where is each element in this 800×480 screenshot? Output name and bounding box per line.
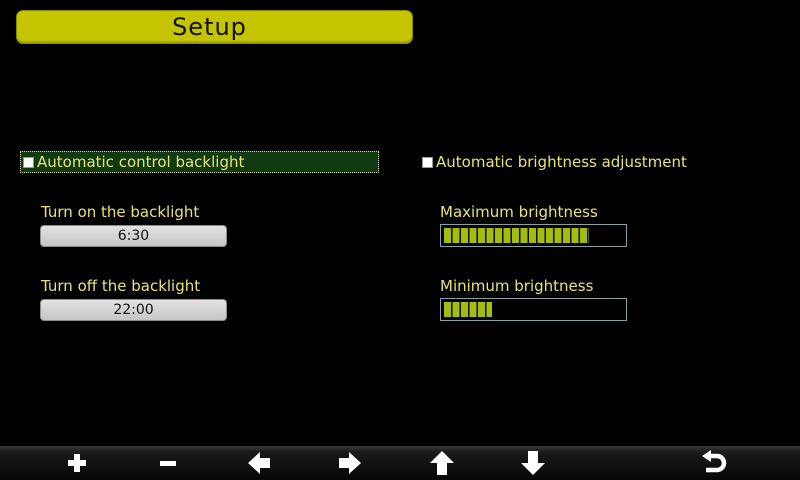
auto-backlight-label: Automatic control backlight [37,153,245,171]
minimum-brightness-bar[interactable] [440,298,627,321]
turn-off-time-value: 22:00 [113,302,154,318]
maximum-brightness-fill [444,228,589,243]
right-button[interactable] [320,446,380,480]
arrow-down-icon [521,451,545,475]
turn-on-time-value: 6:30 [117,228,150,244]
arrow-up-icon [430,451,454,475]
auto-brightness-label: Automatic brightness adjustment [436,153,687,171]
bottom-toolbar [0,446,800,480]
turn-on-backlight-label: Turn on the backlight [41,203,200,221]
turn-off-backlight-label: Turn off the backlight [41,277,201,295]
maximum-brightness-bar[interactable] [440,224,627,247]
return-button[interactable] [684,446,744,480]
minus-icon [160,461,176,466]
auto-backlight-checkbox[interactable] [23,156,34,168]
maximum-brightness-label: Maximum brightness [440,203,598,221]
minimum-brightness-label: Minimum brightness [440,277,594,295]
up-button[interactable] [412,446,472,480]
auto-backlight-checkbox-row[interactable]: Automatic control backlight [20,151,379,173]
arrow-right-icon [339,452,361,474]
minimum-brightness-track [444,302,623,317]
page-title: Setup [172,13,247,41]
minus-button[interactable] [138,446,198,480]
turn-off-time-field[interactable]: 22:00 [40,299,227,321]
down-button[interactable] [503,446,563,480]
left-button[interactable] [229,446,289,480]
title-bar: Setup [16,10,413,44]
turn-on-time-field[interactable]: 6:30 [40,225,227,247]
minimum-brightness-fill [444,302,493,317]
auto-brightness-checkbox-row[interactable]: Automatic brightness adjustment [422,151,687,173]
plus-icon [68,454,86,472]
arrow-left-icon [248,452,270,474]
return-icon [702,450,727,473]
auto-brightness-checkbox[interactable] [422,156,433,168]
maximum-brightness-track [444,228,623,243]
plus-button[interactable] [47,446,107,480]
